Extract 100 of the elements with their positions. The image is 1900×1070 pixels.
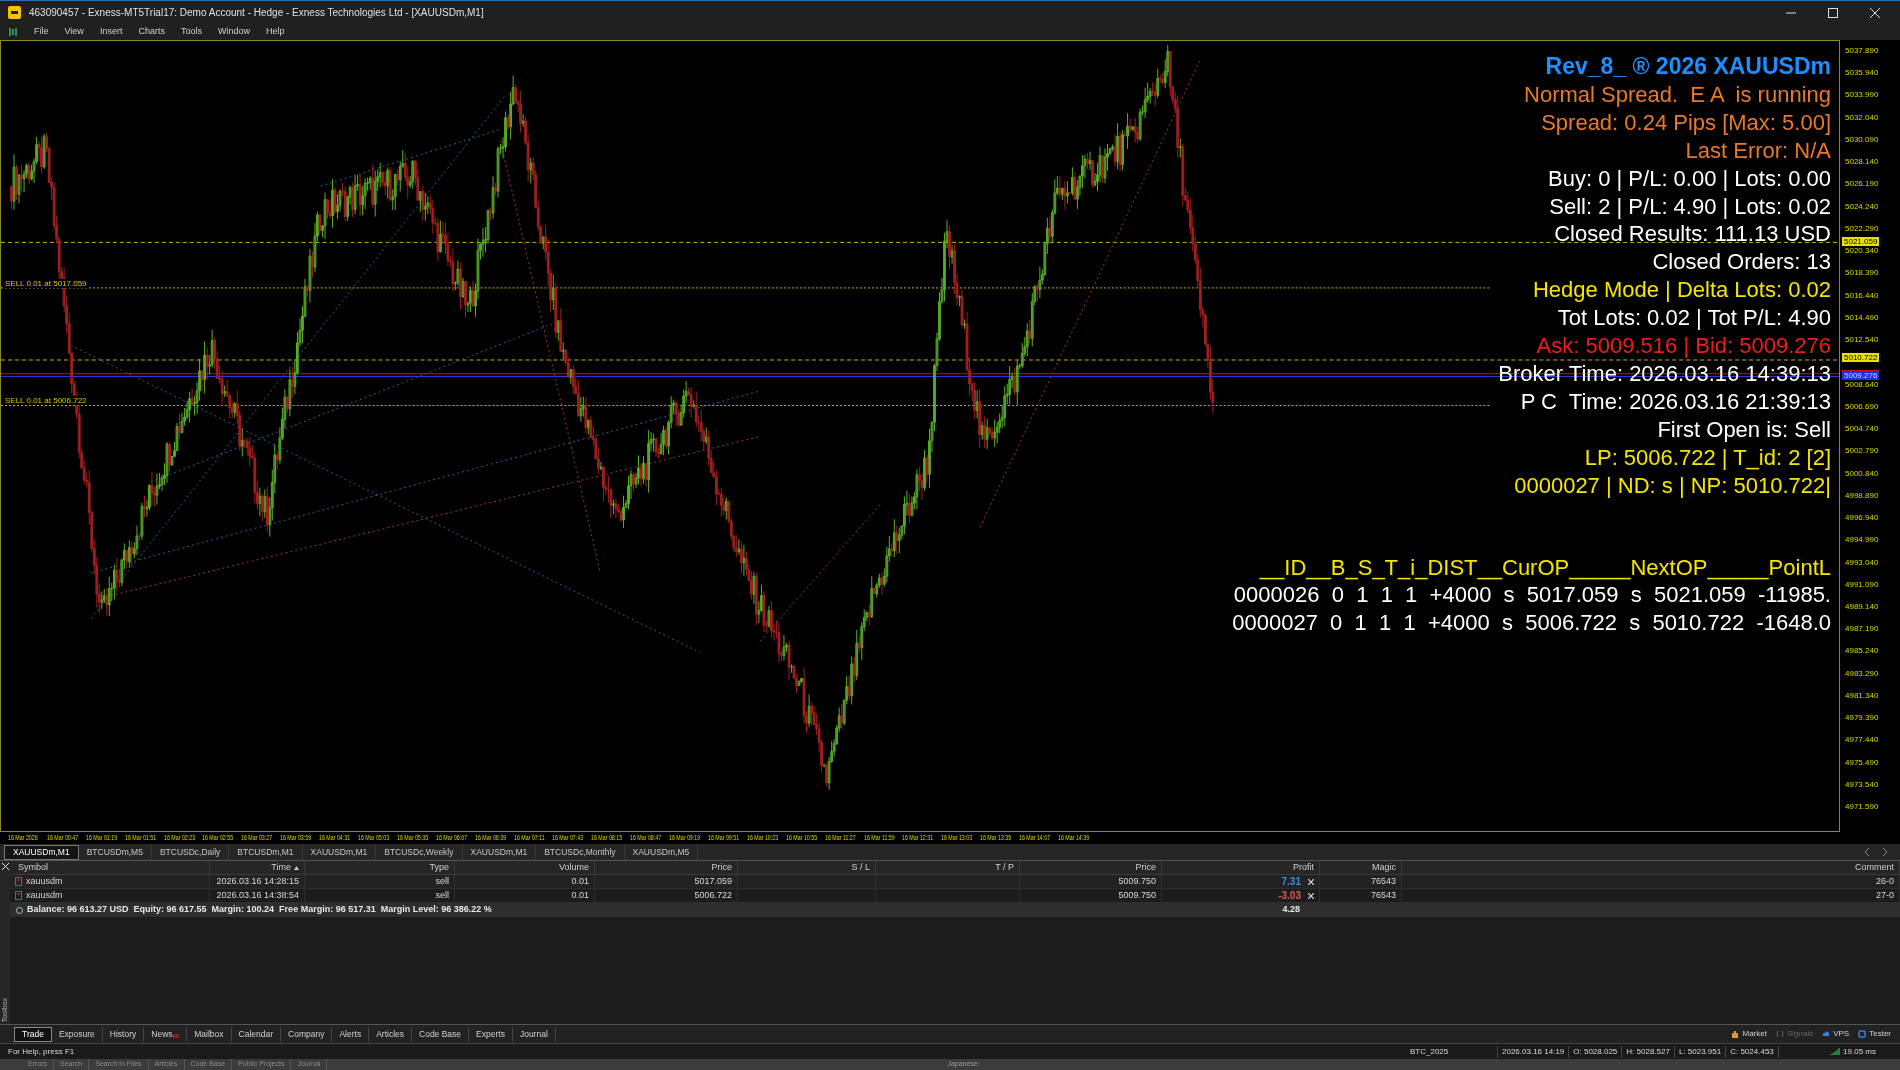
chart-tab[interactable]: XAUUSDm,M5 <box>624 844 699 860</box>
ea-status-line: 0000027 | ND: s | NP: 5010.722| <box>1514 471 1831 500</box>
total-profit: 4.28 <box>1282 903 1300 917</box>
menu-item[interactable]: Tools <box>180 25 202 39</box>
terminal-tab[interactable]: Company <box>281 1026 333 1042</box>
time-axis-label: 16 Mar 05:03 <box>358 833 390 843</box>
column-header[interactable]: Time <box>271 860 291 875</box>
ea-status-line: Ask: 5009.516 | Bid: 5009.276 <box>1536 332 1831 360</box>
price-axis-label: 5006.690 <box>1845 401 1879 411</box>
time-axis-label: 16 Mar 06:39 <box>474 833 506 843</box>
table-cell-text: 5009.750 <box>1118 874 1156 888</box>
scroll-right-icon[interactable] <box>1882 848 1888 856</box>
menu-item[interactable]: View <box>64 25 84 39</box>
chart-tab[interactable]: XAUUSDm,M1 <box>462 844 537 860</box>
price-axis-label: 5012.540 <box>1845 335 1879 345</box>
ea-status-line: Buy: 0 | P/L: 0.00 | Lots: 0.00 <box>1548 164 1831 193</box>
balance-icon <box>16 906 23 914</box>
menu-item[interactable]: File <box>34 25 49 39</box>
price-axis-label: 5037.890 <box>1845 46 1879 55</box>
price-axis-label: 5020.340 <box>1845 246 1879 256</box>
maximize-icon[interactable] <box>1828 7 1838 18</box>
close-order-icon[interactable] <box>1308 892 1314 899</box>
ea-table-row: 0000026 0 1 1 1 +4000 s 5017.059 s 5021.059 -11985. <box>1233 581 1831 610</box>
chart-menu-icon[interactable] <box>8 27 18 37</box>
price-axis-label: 4985.240 <box>1845 646 1879 656</box>
trade-row[interactable]: xauusdm 2026.03.16 14:38:54 sell 0.01 5006.722 5009.750 -3.03 76543 27-0 <box>10 889 1900 903</box>
price-axis-label: 4973.540 <box>1845 779 1879 789</box>
price-axis-label: 4998.890 <box>1845 490 1879 500</box>
terminal-tab[interactable]: Exposure <box>51 1026 103 1042</box>
terminal-tab[interactable]: Mailbox <box>187 1026 232 1042</box>
close-icon[interactable] <box>1870 7 1880 18</box>
table-cell-text: sell <box>435 888 449 902</box>
terminal-tab[interactable]: History <box>102 1026 145 1042</box>
chart-tab[interactable]: BTCUSDc,Monthly <box>536 844 625 860</box>
ea-status-line: Normal Spread. E A is running <box>1524 80 1831 109</box>
menu-item[interactable]: Insert <box>99 25 123 39</box>
column-header[interactable]: Symbol <box>18 860 48 875</box>
terminal-tab[interactable]: Articles <box>369 1026 412 1042</box>
trade-row[interactable]: xauusdm 2026.03.16 14:28:15 sell 0.01 5017.059 5009.750 7.31 76543 26-0 <box>10 875 1900 889</box>
price-axis-label: 5008.640 <box>1845 379 1879 389</box>
chart-tab[interactable]: XAUUSDm,M1 <box>4 844 79 860</box>
table-cell-text: xauusdm <box>26 874 63 888</box>
price-badge: 5009.276 <box>1842 370 1880 381</box>
scroll-left-icon[interactable] <box>1864 848 1870 856</box>
price-axis-label: 5035.940 <box>1845 68 1879 78</box>
close-order-icon[interactable] <box>1308 878 1314 885</box>
time-axis-label: 16 Mar 01:19 <box>85 833 117 843</box>
window-title: 463090457 - Exness-MT5Trial17: Demo Account - Hedge - Exness Technologies Ltd - [XAUUSDm,M1] <box>29 6 484 20</box>
chart-tab[interactable]: BTCUSDm,M5 <box>78 844 152 860</box>
time-axis-label: 16 Mar 13:35 <box>980 833 1012 843</box>
chart-tab[interactable]: BTCUSDc,Daily <box>151 844 230 860</box>
terminal-tab[interactable]: Experts <box>469 1026 513 1042</box>
chart-tab[interactable]: BTCUSDc,Weekly <box>376 844 463 860</box>
column-header[interactable]: S / L <box>851 860 870 875</box>
time-axis-label: 16 Mar 06:07 <box>435 833 467 843</box>
profile-name: BTC_2025 <box>1410 1045 1498 1058</box>
price-axis-label: 4981.340 <box>1845 690 1879 700</box>
menu-item[interactable]: Charts <box>138 25 165 39</box>
chart-tab[interactable]: XAUUSDm,M1 <box>302 844 377 860</box>
terminal-tab[interactable]: Calendar <box>231 1026 281 1042</box>
price-axis-label: 4987.190 <box>1845 624 1879 634</box>
price-axis-label: 5022.290 <box>1845 223 1879 233</box>
ea-status-line: Hedge Mode | Delta Lots: 0.02 <box>1533 276 1831 305</box>
column-header[interactable]: Type <box>429 860 449 875</box>
column-header[interactable]: T / P <box>995 860 1014 875</box>
terminal-tab[interactable]: Code Base <box>412 1026 470 1042</box>
column-header[interactable]: Volume <box>558 860 589 875</box>
close-icon[interactable] <box>1 863 9 870</box>
time-axis-label: 16 Mar 07:11 <box>513 833 545 843</box>
table-cell-text: 27-0 <box>1876 888 1894 902</box>
terminal-tab[interactable]: Alerts <box>332 1026 370 1042</box>
column-header[interactable]: Price <box>1135 860 1156 875</box>
time-axis-label: 16 Mar 10:55 <box>785 833 817 843</box>
time-axis-label: 16 Mar 09:19 <box>669 833 701 843</box>
menu-item[interactable]: Window <box>217 25 250 39</box>
price-badge: 5010.722 <box>1842 352 1880 362</box>
column-header[interactable]: Magic <box>1372 860 1396 875</box>
table-cell-text: 7.31 <box>1281 875 1301 889</box>
price-axis-label: 5024.240 <box>1845 201 1879 211</box>
terminal-tab[interactable]: Journal <box>512 1026 556 1042</box>
time-axis-label: 16 Mar 08:47 <box>630 833 662 843</box>
time-axis-label: 16 Mar 07:43 <box>552 833 584 843</box>
bar-time: 2026.03.16 14:19 <box>1498 1045 1570 1058</box>
service-link[interactable]: VPS <box>1822 1028 1850 1040</box>
column-header[interactable]: Comment <box>1855 860 1894 875</box>
ea-status-line: P C Time: 2026.03.16 21:39:13 <box>1520 387 1831 416</box>
terminal-tab[interactable]: Trade <box>14 1026 52 1042</box>
ea-status-line: Sell: 2 | P/L: 4.90 | Lots: 0.02 <box>1549 192 1831 221</box>
service-link[interactable]: Market <box>1731 1028 1767 1040</box>
menu-item[interactable]: Help <box>265 25 285 39</box>
chart-tab[interactable]: BTCUSDm,M1 <box>229 844 303 860</box>
price-axis-label: 5026.190 <box>1845 179 1879 189</box>
table-cell-text: 5006.722 <box>694 888 732 902</box>
column-header[interactable]: Price <box>711 860 732 875</box>
service-link[interactable]: Tester <box>1858 1028 1891 1040</box>
price-axis-label: 5016.440 <box>1845 290 1879 300</box>
time-axis-label: 16 Mar 00:47 <box>46 833 78 843</box>
column-header[interactable]: Profit <box>1293 860 1314 875</box>
table-cell-text: 5009.750 <box>1118 888 1156 902</box>
time-axis-label: 16 Mar 13:03 <box>941 833 973 843</box>
